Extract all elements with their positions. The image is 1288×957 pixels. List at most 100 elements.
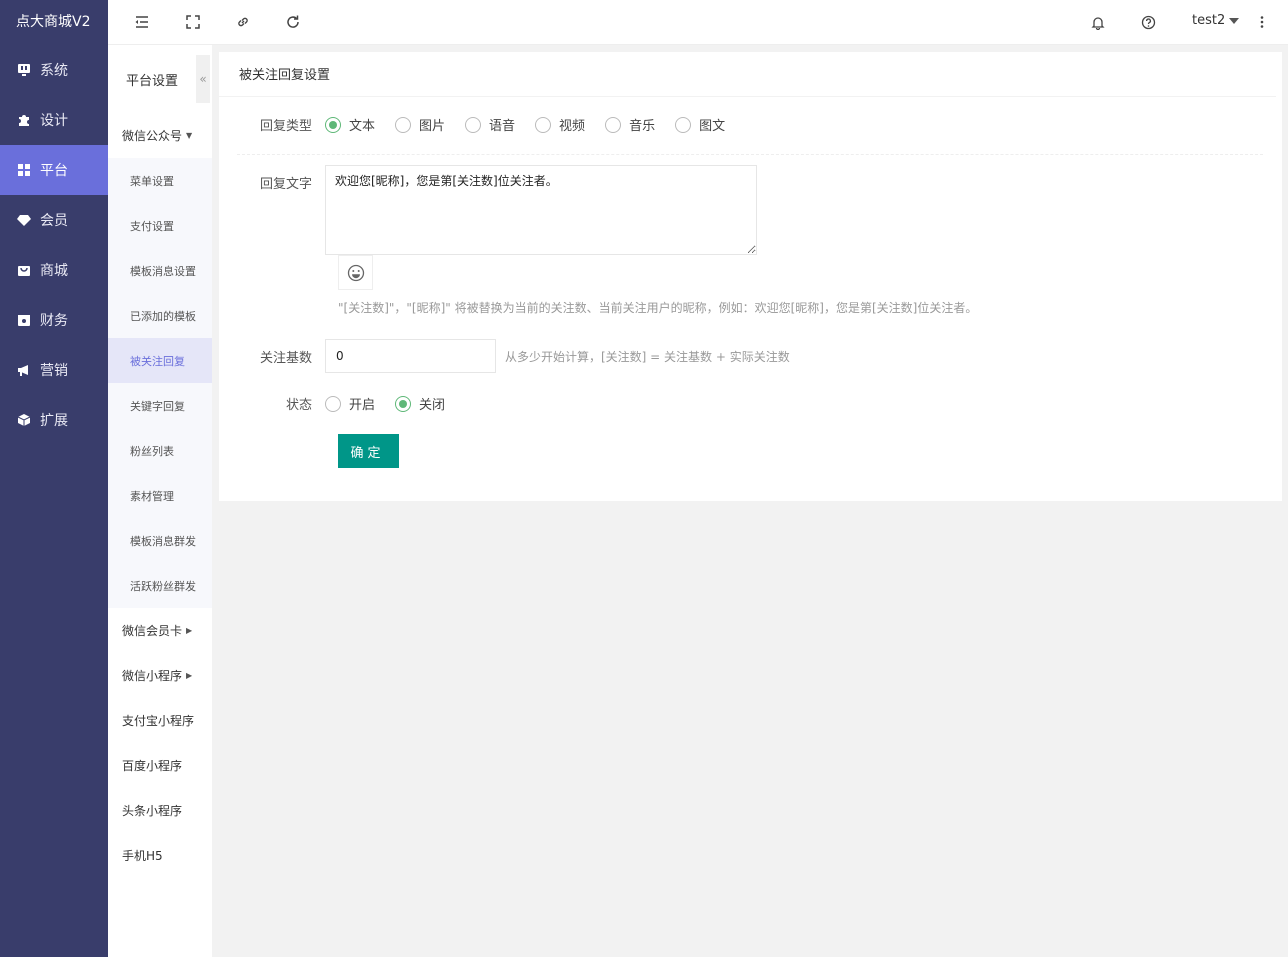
radio-unchecked-icon: [535, 116, 552, 133]
radio-voice[interactable]: 语音: [465, 115, 515, 134]
caret-right-icon: ▶: [186, 626, 193, 635]
group-children: 菜单设置 支付设置 模板消息设置 已添加的模板 被关注回复 关键字回复 粉丝列表…: [108, 158, 212, 608]
radio-text[interactable]: 文本: [325, 115, 375, 134]
radio-unchecked-icon: [465, 116, 482, 133]
cube-icon: [16, 412, 32, 428]
group-label: 微信公众号: [122, 129, 183, 143]
follow-base-row: 关注基数 从多少开始计算，[关注数] = 关注基数 + 实际关注数: [219, 339, 790, 373]
group-toutiao-miniprogram[interactable]: 头条小程序: [108, 788, 212, 833]
group-baidu-miniprogram[interactable]: 百度小程序: [108, 743, 212, 788]
nav-item-marketing[interactable]: 营销: [0, 345, 108, 395]
nav-item-system[interactable]: 系统: [0, 45, 108, 95]
menu-item-added-templates[interactable]: 已添加的模板: [108, 293, 212, 338]
radio-status-on[interactable]: 开启: [325, 394, 375, 413]
follow-base-label: 关注基数: [259, 350, 312, 366]
menu-item-template-broadcast[interactable]: 模板消息群发: [108, 518, 212, 563]
radio-checked-icon: [395, 395, 412, 412]
group-wechat-miniprogram[interactable]: 微信小程序 ▶: [108, 653, 212, 698]
monitor-icon: [16, 62, 32, 78]
menu-item-payment-settings[interactable]: 支付设置: [108, 203, 212, 248]
group-label: 支付宝小程序: [122, 714, 195, 728]
nav-item-label: 财务: [40, 313, 68, 329]
more-vertical-icon[interactable]: [1253, 13, 1271, 31]
divider: [237, 154, 1263, 155]
nav-item-label: 平台: [40, 163, 68, 179]
emoji-button[interactable]: [338, 255, 373, 290]
placeholder-hint: "[关注数]"，"[昵称]" 将被替换为当前的关注数、当前关注用户的昵称，例如：…: [338, 301, 978, 315]
menu-item-menu-settings[interactable]: 菜单设置: [108, 158, 212, 203]
nav-item-label: 会员: [40, 213, 68, 229]
collapse-icon[interactable]: «: [196, 55, 210, 103]
nav-item-label: 设计: [40, 113, 68, 129]
reply-text-label: 回复文字: [259, 177, 312, 192]
status-label: 状态: [285, 398, 312, 413]
group-label: 微信小程序: [122, 669, 183, 683]
menu-fold-icon[interactable]: [133, 13, 151, 31]
nav-item-finance[interactable]: 财务: [0, 295, 108, 345]
reply-type-row: 回复类型 文本 图片 语音 视频 音乐 图文: [219, 115, 745, 134]
reply-text-row: 回复文字 欢迎您[昵称]，您是第[关注数]位关注者。: [219, 165, 757, 255]
follow-base-input[interactable]: [325, 339, 496, 373]
group-alipay-miniprogram[interactable]: 支付宝小程序: [108, 698, 212, 743]
user-menu[interactable]: test2: [1192, 13, 1240, 28]
follow-reply-card: 被关注回复设置 回复类型 文本 图片 语音 视频 音乐 图文 回复文字 欢迎您[…: [219, 52, 1282, 501]
group-wechat-official[interactable]: 微信公众号 ▼: [108, 113, 212, 158]
caret-right-icon: ▶: [186, 671, 193, 680]
nav-item-member[interactable]: 会员: [0, 195, 108, 245]
follow-base-hint: 从多少开始计算，[关注数] = 关注基数 + 实际关注数: [505, 349, 790, 364]
grid-icon: [16, 162, 32, 178]
fullscreen-icon[interactable]: [184, 13, 202, 31]
radio-news[interactable]: 图文: [675, 115, 725, 134]
brand-logo[interactable]: 点大商城V2: [0, 0, 108, 45]
radio-checked-icon: [325, 116, 341, 133]
radio-music[interactable]: 音乐: [605, 115, 655, 134]
radio-unchecked-icon: [675, 116, 692, 133]
group-mobile-h5[interactable]: 手机H5: [108, 833, 212, 878]
nav-item-extension[interactable]: 扩展: [0, 395, 108, 445]
radio-unchecked-icon: [395, 116, 412, 133]
username: test2: [1192, 13, 1226, 28]
diamond-icon: [16, 212, 32, 228]
help-icon[interactable]: [1139, 13, 1157, 31]
group-label: 微信会员卡: [122, 624, 183, 638]
menu-item-keyword-reply[interactable]: 关键字回复: [108, 383, 212, 428]
submenu-header: 平台设置 «: [108, 45, 212, 113]
radio-image[interactable]: 图片: [395, 115, 445, 134]
caret-down-icon: ▼: [186, 131, 193, 140]
main-sidebar: 点大商城V2 系统 设计 平台 会员 商城 财务 营销 扩展: [0, 0, 108, 957]
caret-down-icon: [1229, 17, 1240, 24]
menu-item-active-fans-broadcast[interactable]: 活跃粉丝群发: [108, 563, 212, 608]
nav-item-label: 营销: [40, 363, 68, 379]
nav-item-mall[interactable]: 商城: [0, 245, 108, 295]
group-wechat-card[interactable]: 微信会员卡 ▶: [108, 608, 212, 653]
menu-item-fans-list[interactable]: 粉丝列表: [108, 428, 212, 473]
refresh-icon[interactable]: [284, 13, 302, 31]
radio-status-off[interactable]: 关闭: [395, 394, 445, 413]
menu-item-follow-reply[interactable]: 被关注回复: [108, 338, 212, 383]
nav-item-design[interactable]: 设计: [0, 95, 108, 145]
menu-item-template-msg-settings[interactable]: 模板消息设置: [108, 248, 212, 293]
link-icon[interactable]: [234, 13, 252, 31]
status-row: 状态 开启 关闭: [219, 394, 465, 413]
radio-unchecked-icon: [325, 395, 341, 412]
group-label: 百度小程序: [122, 759, 183, 773]
top-toolbar: test2: [108, 0, 1288, 45]
nav-item-platform[interactable]: 平台: [0, 145, 108, 195]
reply-type-label: 回复类型: [259, 119, 312, 134]
nav-item-label: 扩展: [40, 413, 68, 429]
menu-item-material[interactable]: 素材管理: [108, 473, 212, 518]
nav-item-label: 系统: [40, 63, 68, 79]
puzzle-icon: [16, 112, 32, 128]
submenu-title: 平台设置: [126, 73, 179, 89]
radio-unchecked-icon: [605, 116, 622, 133]
radio-video[interactable]: 视频: [535, 115, 585, 134]
submit-button[interactable]: 确定: [338, 434, 399, 468]
submenu-panel: 平台设置 « 微信公众号 ▼ 菜单设置 支付设置 模板消息设置 已添加的模板 被…: [108, 45, 212, 957]
megaphone-icon: [16, 362, 32, 378]
reply-text-textarea[interactable]: 欢迎您[昵称]，您是第[关注数]位关注者。: [325, 165, 757, 255]
bell-icon[interactable]: [1089, 13, 1107, 31]
shop-bag-icon: [16, 262, 32, 278]
emoji-icon: [347, 264, 364, 281]
group-label: 头条小程序: [122, 804, 183, 818]
card-title: 被关注回复设置: [219, 52, 1276, 97]
